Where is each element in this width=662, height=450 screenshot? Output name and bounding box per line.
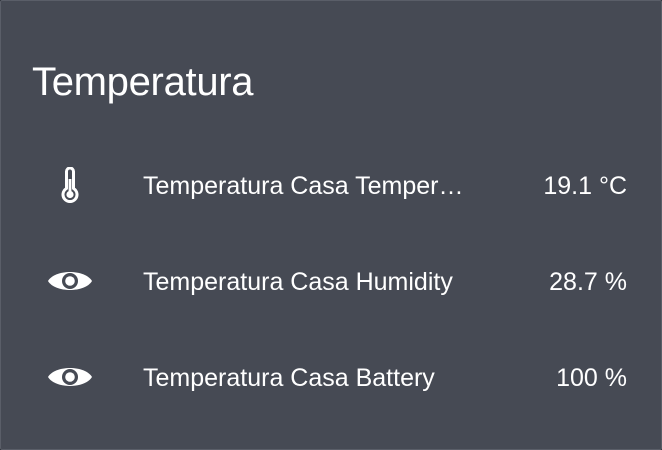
entity-name-humidity: Temperatura Casa Humidity <box>143 268 453 296</box>
card-title: Temperatura <box>32 60 254 104</box>
entity-name-temperature: Temperatura Casa Temper… <box>143 172 464 200</box>
entity-row-humidity[interactable]: Temperatura Casa Humidity 28.7 % <box>1 252 662 312</box>
eye-icon <box>47 354 93 400</box>
entities-card: Temperatura Temperatura Casa Temper… 19.… <box>0 0 662 450</box>
entity-value-temperature: 19.1 °C <box>543 172 627 200</box>
entity-value-humidity: 28.7 % <box>549 268 627 296</box>
thermometer-icon <box>47 162 93 208</box>
entity-value-battery: 100 % <box>556 364 627 392</box>
entity-row-temperature[interactable]: Temperatura Casa Temper… 19.1 °C <box>1 156 662 216</box>
entity-name-battery: Temperatura Casa Battery <box>143 364 435 392</box>
entity-row-battery[interactable]: Temperatura Casa Battery 100 % <box>1 348 662 408</box>
eye-icon <box>47 258 93 304</box>
